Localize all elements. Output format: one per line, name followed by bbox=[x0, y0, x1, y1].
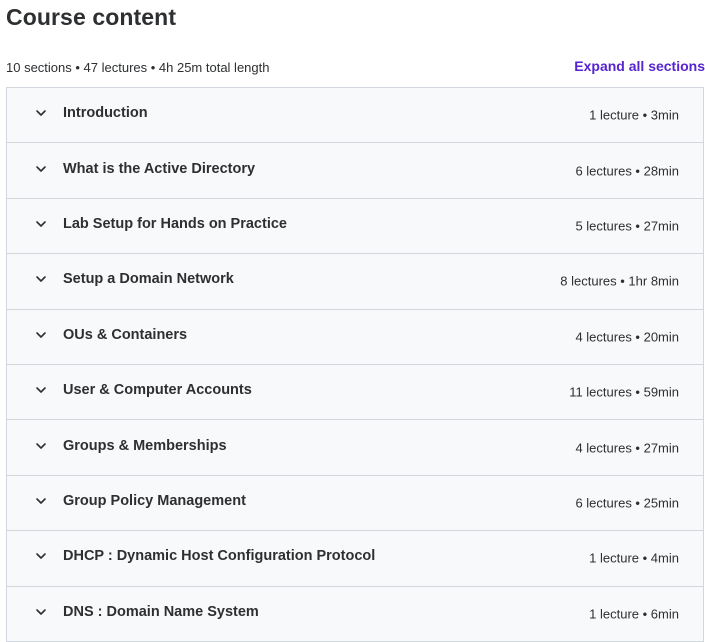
chevron-down-icon bbox=[34, 494, 48, 508]
section-list: Introduction 1 lecture • 3min What is th… bbox=[6, 87, 704, 642]
course-summary: 10 sections • 47 lectures • 4h 25m total… bbox=[6, 60, 270, 75]
page-title: Course content bbox=[6, 4, 177, 30]
section-meta: 1 lecture • 6min bbox=[589, 606, 679, 622]
section-item[interactable]: Group Policy Management 6 lectures • 25m… bbox=[7, 475, 703, 532]
section-item[interactable]: What is the Active Directory 6 lectures … bbox=[7, 143, 703, 199]
section-title: Group Policy Management bbox=[63, 492, 246, 509]
section-meta: 11 lectures • 59min bbox=[569, 384, 679, 400]
section-meta: 4 lectures • 20min bbox=[575, 329, 679, 345]
section-item[interactable]: DHCP : Dynamic Host Configuration Protoc… bbox=[7, 531, 703, 587]
section-title: DNS : Domain Name System bbox=[63, 603, 259, 620]
section-item[interactable]: Setup a Domain Network 8 lectures • 1hr … bbox=[7, 254, 703, 310]
section-meta: 1 lecture • 4min bbox=[589, 550, 679, 566]
section-item[interactable]: User & Computer Accounts 11 lectures • 5… bbox=[7, 364, 703, 421]
chevron-down-icon bbox=[34, 272, 48, 286]
section-title: Setup a Domain Network bbox=[63, 271, 234, 288]
section-meta: 4 lectures • 27min bbox=[575, 440, 679, 456]
chevron-down-icon bbox=[34, 162, 48, 176]
chevron-down-icon bbox=[34, 106, 48, 120]
section-title: Lab Setup for Hands on Practice bbox=[63, 215, 287, 232]
section-meta: 6 lectures • 28min bbox=[575, 163, 679, 179]
section-title: OUs & Containers bbox=[63, 326, 188, 343]
section-title: What is the Active Directory bbox=[63, 160, 256, 177]
section-title: DHCP : Dynamic Host Configuration Protoc… bbox=[63, 548, 376, 565]
section-meta: 6 lectures • 25min bbox=[575, 495, 679, 511]
section-title: Introduction bbox=[63, 105, 148, 122]
section-item[interactable]: Groups & Memberships 4 lectures • 27min bbox=[7, 420, 703, 476]
section-item[interactable]: OUs & Containers 4 lectures • 20min bbox=[7, 309, 703, 365]
chevron-down-icon bbox=[34, 217, 48, 231]
section-item[interactable]: Introduction 1 lecture • 3min bbox=[7, 88, 703, 144]
expand-all-sections-button[interactable]: Expand all sections bbox=[574, 58, 705, 74]
chevron-down-icon bbox=[34, 439, 48, 453]
chevron-down-icon bbox=[34, 328, 48, 342]
section-item[interactable]: Lab Setup for Hands on Practice 5 lectur… bbox=[7, 198, 703, 255]
section-meta: 1 lecture • 3min bbox=[589, 107, 679, 123]
section-title: User & Computer Accounts bbox=[63, 382, 252, 399]
chevron-down-icon bbox=[34, 605, 48, 619]
chevron-down-icon bbox=[34, 549, 48, 563]
chevron-down-icon bbox=[34, 383, 48, 397]
section-meta: 5 lectures • 27min bbox=[575, 218, 679, 234]
section-item[interactable]: DNS : Domain Name System 1 lecture • 6mi… bbox=[7, 586, 703, 642]
course-summary-bar: 10 sections • 47 lectures • 4h 25m total… bbox=[6, 58, 705, 78]
section-title: Groups & Memberships bbox=[63, 437, 227, 454]
section-meta: 8 lectures • 1hr 8min bbox=[560, 273, 679, 289]
